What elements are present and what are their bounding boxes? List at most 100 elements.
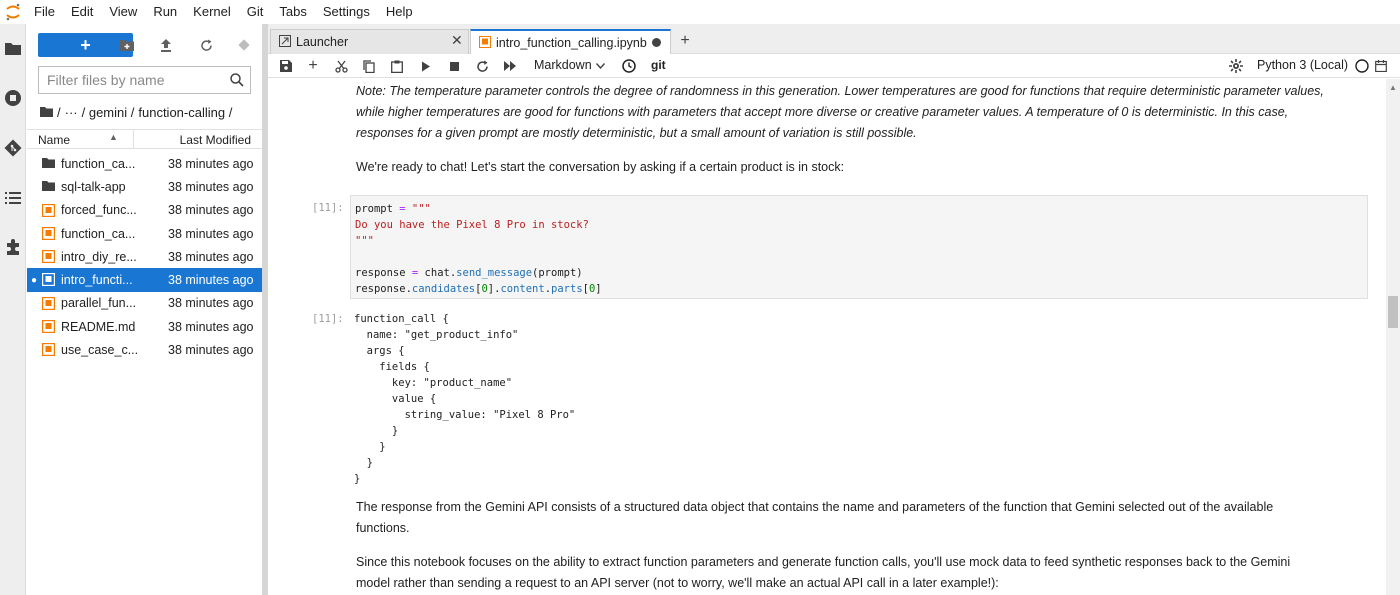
markdown-response[interactable]: The response from the Gemini API consist… [356, 497, 1356, 539]
column-name-header[interactable]: Name [38, 133, 70, 147]
file-modified: 38 minutes ago [168, 319, 254, 334]
unsaved-dot-icon[interactable] [652, 38, 661, 47]
breadcrumb-gemini[interactable]: / gemini / [82, 105, 135, 120]
file-row[interactable]: ● intro_functi... 38 minutes ago [27, 268, 262, 292]
git-clone-icon[interactable] [233, 35, 255, 55]
running-kernels-icon[interactable] [0, 83, 26, 113]
markdown-note[interactable]: Note: The temperature parameter controls… [356, 81, 1356, 144]
insert-cell-icon[interactable]: + [303, 57, 323, 75]
file-row[interactable]: function_ca... 38 minutes ago [27, 152, 262, 175]
file-name: README.md [61, 319, 136, 334]
file-row[interactable]: use_case_c... 38 minutes ago [27, 338, 262, 361]
run-cell-icon[interactable] [416, 57, 436, 75]
stop-kernel-icon[interactable] [444, 57, 464, 75]
notebook-scrollbar[interactable]: ▲ [1386, 79, 1400, 595]
upload-icon[interactable] [155, 35, 177, 55]
copy-icon[interactable] [359, 57, 379, 75]
file-row[interactable]: function_ca... 38 minutes ago [27, 222, 262, 245]
cut-icon[interactable] [331, 57, 351, 75]
menu-bar: File Edit View Run Kernel Git Tabs Setti… [0, 0, 1400, 24]
code-cell[interactable]: prompt = """ Do you have the Pixel 8 Pro… [350, 195, 1368, 299]
jupyter-logo-icon [0, 0, 26, 24]
refresh-icon[interactable] [195, 35, 217, 55]
code-line: Do you have the Pixel 8 Pro in stock? [355, 219, 589, 231]
file-modified: 38 minutes ago [168, 156, 254, 171]
output-line: fields { [354, 361, 430, 373]
git-icon[interactable] [0, 133, 26, 163]
file-list-header: Name ▲ Last Modified [27, 129, 262, 149]
code-line: prompt = """ [355, 203, 431, 215]
markdown-mock-data[interactable]: Since this notebook focuses on the abili… [356, 552, 1356, 594]
filter-files-input[interactable] [47, 72, 227, 88]
note-line-1: Note: The temperature parameter controls… [356, 84, 1324, 98]
file-name: function_ca... [61, 156, 136, 171]
notebook-icon [42, 250, 56, 264]
calendar-icon[interactable] [1371, 57, 1391, 75]
file-row[interactable]: sql-talk-app 38 minutes ago [27, 175, 262, 198]
scroll-up-icon[interactable]: ▲ [1389, 83, 1397, 92]
breadcrumb-home-icon[interactable] [40, 105, 53, 120]
menu-git[interactable]: Git [239, 0, 272, 24]
breadcrumb-ellipsis[interactable]: ··· [65, 105, 78, 120]
close-icon[interactable]: ✕ [451, 32, 463, 49]
input-prompt: [11]: [312, 202, 344, 214]
column-modified-header[interactable]: Last Modified [180, 133, 251, 147]
paste-icon[interactable] [387, 57, 407, 75]
new-folder-icon[interactable] [116, 35, 138, 55]
running-indicator-icon: ● [31, 274, 38, 286]
file-row[interactable]: forced_func... 38 minutes ago [27, 199, 262, 222]
clock-icon[interactable] [619, 57, 639, 75]
restart-kernel-icon[interactable] [472, 57, 492, 75]
menu-run[interactable]: Run [145, 0, 185, 24]
notebook-toolbar: + Markdown git Python 3 (Local) [268, 54, 1400, 78]
menu-kernel[interactable]: Kernel [185, 0, 239, 24]
save-icon[interactable] [276, 57, 296, 75]
menu-edit[interactable]: Edit [63, 0, 101, 24]
menu-settings[interactable]: Settings [315, 0, 378, 24]
file-modified: 38 minutes ago [168, 273, 254, 288]
restart-run-all-icon[interactable] [500, 57, 520, 75]
menu-file[interactable]: File [26, 0, 63, 24]
output-line: key: "product_name" [354, 377, 513, 389]
file-row[interactable]: README.md 38 minutes ago [27, 315, 262, 338]
breadcrumb-function-calling[interactable]: function-calling / [138, 105, 232, 120]
breadcrumb-root[interactable]: / [57, 105, 61, 120]
tab-notebook-label: intro_function_calling.ipynb [496, 36, 647, 50]
folder-icon [42, 180, 55, 193]
output-prompt: [11]: [312, 313, 344, 325]
code-line: """ [355, 235, 374, 247]
output-line: name: "get_product_info" [354, 329, 519, 341]
menu-view[interactable]: View [101, 0, 145, 24]
git-diff-label[interactable]: git [651, 58, 666, 72]
notebook-icon [42, 203, 56, 217]
sort-ascending-icon: ▲ [109, 132, 118, 142]
markdown-ready[interactable]: We're ready to chat! Let's start the con… [356, 157, 1356, 178]
tab-intro-function-calling[interactable]: intro_function_calling.ipynb [470, 29, 671, 55]
file-row[interactable]: intro_diy_re... 38 minutes ago [27, 245, 262, 268]
menu-tabs[interactable]: Tabs [271, 0, 314, 24]
cell-output: function_call { name: "get_product_info"… [354, 311, 575, 487]
add-tab-icon[interactable]: + [674, 31, 696, 51]
extension-manager-icon[interactable] [0, 232, 26, 262]
file-name: intro_diy_re... [61, 249, 137, 264]
cell-type-select[interactable]: Markdown [534, 58, 605, 72]
folder-icon[interactable] [0, 33, 26, 63]
file-row[interactable]: parallel_fun... 38 minutes ago [27, 292, 262, 315]
file-name: forced_func... [61, 203, 137, 218]
launcher-icon [279, 35, 291, 50]
table-of-contents-icon[interactable] [0, 183, 26, 213]
kernel-settings-icon[interactable] [1226, 57, 1246, 75]
kernel-name[interactable]: Python 3 (Local) [1257, 58, 1348, 72]
menu-help[interactable]: Help [378, 0, 421, 24]
scrollbar-thumb[interactable] [1388, 296, 1398, 328]
mock-line-2: model rather than sending a request to a… [356, 576, 999, 590]
activity-bar [0, 24, 26, 595]
filter-files-field[interactable] [38, 66, 251, 94]
file-name: sql-talk-app [61, 179, 126, 194]
breadcrumb: / ··· / gemini / function-calling / [40, 103, 236, 121]
tab-launcher[interactable]: Launcher ✕ [270, 29, 469, 54]
notebook-icon [42, 343, 56, 357]
output-line: } [354, 425, 399, 437]
mock-line-1: Since this notebook focuses on the abili… [356, 555, 1291, 569]
